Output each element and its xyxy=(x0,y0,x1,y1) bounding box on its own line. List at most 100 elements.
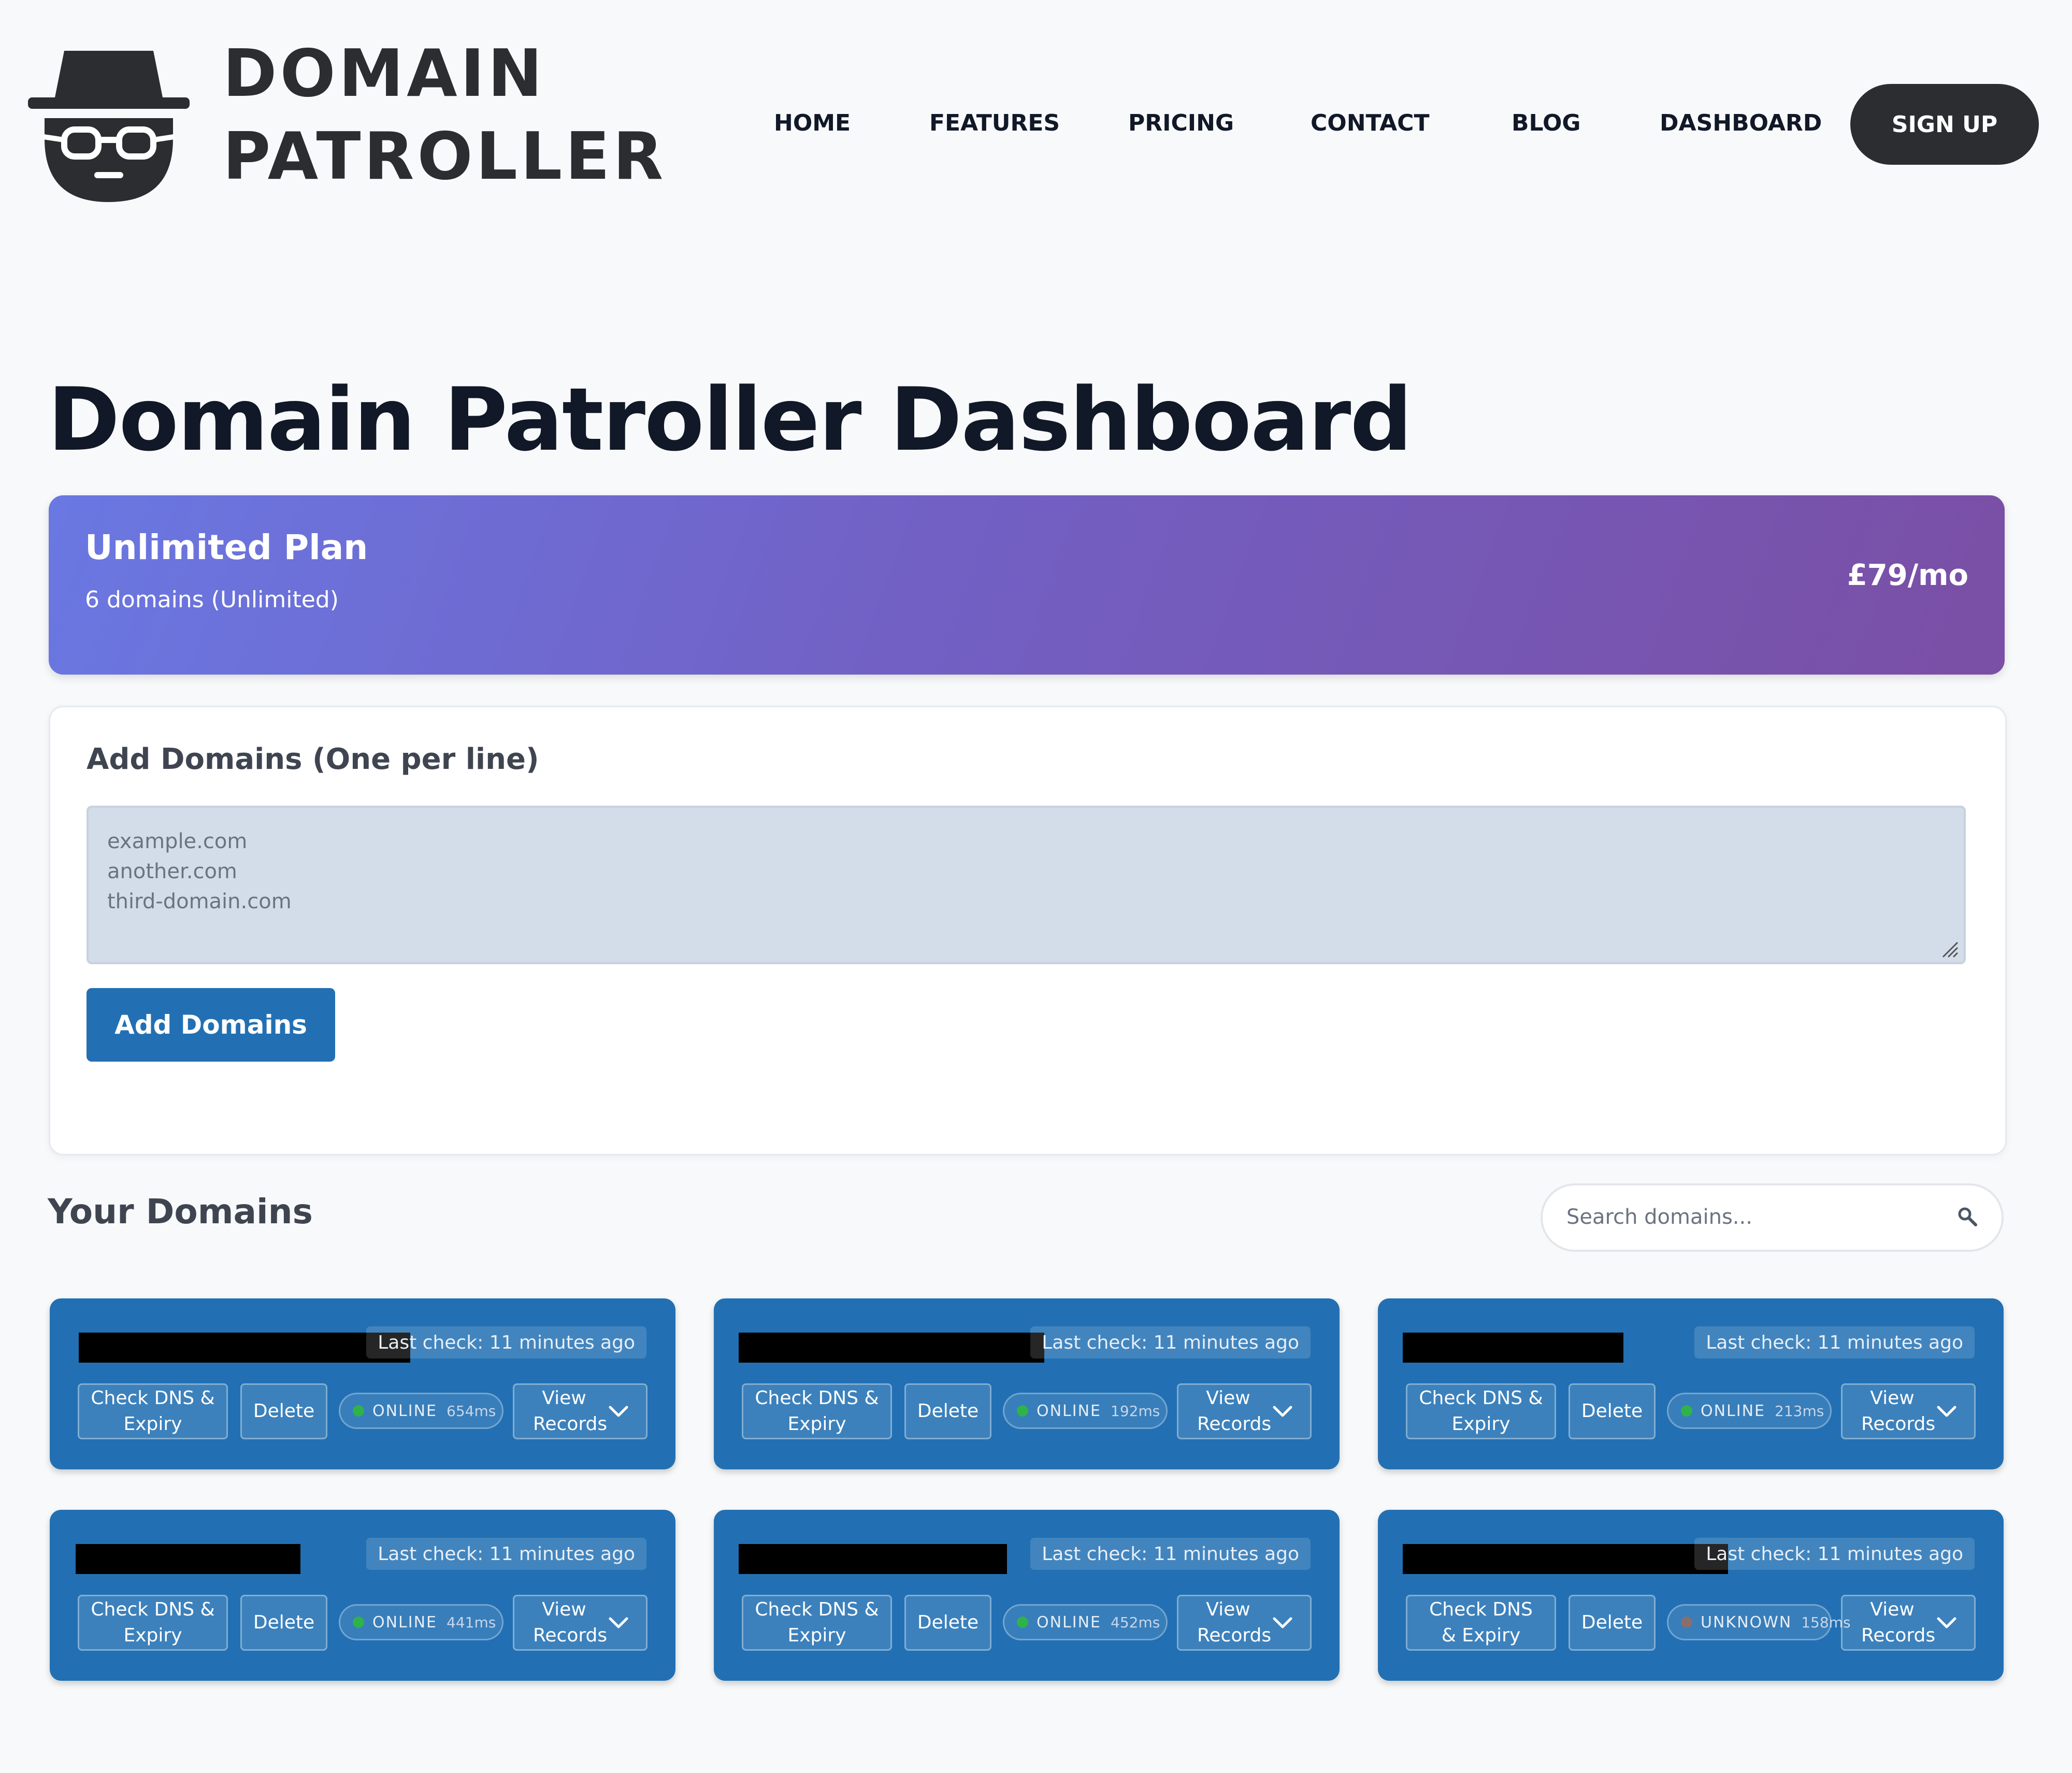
status-badge: ONLINE 452ms xyxy=(1003,1604,1168,1640)
view-records-button[interactable]: View Records xyxy=(1841,1383,1976,1439)
nav-blog[interactable]: BLOG xyxy=(1512,110,1581,136)
search-icon[interactable] xyxy=(1957,1206,1978,1227)
delete-button[interactable]: Delete xyxy=(904,1595,991,1651)
brand-line-2: PATROLLER xyxy=(223,118,667,194)
status-dot-icon xyxy=(1681,1617,1692,1628)
redacted-domain-name xyxy=(76,1544,300,1574)
page-title: Domain Patroller Dashboard xyxy=(48,369,1413,470)
check-dns-label: Check DNS & Expiry xyxy=(1419,1388,1543,1435)
placeholder-line: example.com xyxy=(107,830,248,853)
last-check-label: Last check: 11 minutes ago xyxy=(1694,1326,1975,1359)
redacted-domain-name xyxy=(79,1333,410,1363)
view-records-button[interactable]: View Records xyxy=(1841,1595,1976,1651)
chevron-down-icon xyxy=(1273,1617,1292,1628)
check-dns-label: Check DNS & Expiry xyxy=(755,1599,879,1646)
status-text: ONLINE xyxy=(372,1613,438,1632)
view-records-label: View Records xyxy=(1861,1599,1936,1646)
nav-contact[interactable]: CONTACT xyxy=(1311,110,1429,136)
placeholder-line: another.com xyxy=(107,860,237,883)
last-check-label: Last check: 11 minutes ago xyxy=(1030,1538,1311,1570)
status-text: ONLINE xyxy=(1037,1402,1102,1420)
nav-pricing[interactable]: PRICING xyxy=(1128,110,1234,136)
nav-home[interactable]: HOME xyxy=(774,110,851,136)
status-text: ONLINE xyxy=(1701,1402,1766,1420)
chevron-down-icon xyxy=(1273,1406,1292,1417)
delete-label: Delete xyxy=(253,1612,315,1633)
latency-text: 654ms xyxy=(447,1402,496,1420)
status-badge: ONLINE 654ms xyxy=(339,1393,503,1429)
view-records-button[interactable]: View Records xyxy=(513,1383,648,1439)
chevron-down-icon xyxy=(1937,1617,1956,1628)
redacted-domain-name xyxy=(1403,1544,1728,1574)
redacted-domain-name xyxy=(1403,1333,1623,1363)
status-dot-icon xyxy=(1017,1405,1028,1417)
latency-text: 213ms xyxy=(1775,1402,1824,1420)
domains-textarea[interactable]: example.com another.com third-domain.com xyxy=(87,806,1966,964)
check-dns-expiry-button[interactable]: Check DNS & Expiry xyxy=(1406,1383,1556,1439)
domain-card: Last check: 11 minutes ago Check DNS & Ex… xyxy=(714,1298,1340,1469)
view-records-button[interactable]: View Records xyxy=(513,1595,648,1651)
view-records-button[interactable]: View Records xyxy=(1177,1595,1312,1651)
status-text: ONLINE xyxy=(1037,1613,1102,1632)
check-dns-expiry-button[interactable]: Check DNS & Expiry xyxy=(742,1383,892,1439)
latency-text: 192ms xyxy=(1111,1402,1160,1420)
check-dns-label: Check DNS & Expiry xyxy=(755,1388,879,1435)
status-dot-icon xyxy=(1681,1405,1692,1417)
status-text: UNKNOWN xyxy=(1701,1613,1792,1632)
plan-price: £79/mo xyxy=(1847,559,1968,592)
last-check-label: Last check: 11 minutes ago xyxy=(1694,1538,1975,1570)
spy-detective-icon[interactable] xyxy=(28,40,190,202)
signup-button[interactable]: SIGN UP xyxy=(1850,84,2039,165)
resize-grip-icon[interactable] xyxy=(1941,940,1959,958)
delete-label: Delete xyxy=(1581,1612,1643,1633)
status-badge: ONLINE 441ms xyxy=(339,1604,503,1640)
latency-text: 452ms xyxy=(1111,1613,1160,1631)
redacted-domain-name xyxy=(739,1333,1044,1363)
status-text: ONLINE xyxy=(372,1402,438,1420)
brand-line-1: DOMAIN xyxy=(223,35,545,111)
check-dns-expiry-button[interactable]: Check DNS & Expiry xyxy=(78,1595,228,1651)
plan-domain-count: 6 domains (Unlimited) xyxy=(85,587,339,613)
last-check-label: Last check: 11 minutes ago xyxy=(366,1538,646,1570)
status-dot-icon xyxy=(353,1617,364,1628)
brand-wordmark[interactable]: DOMAIN PATROLLER xyxy=(223,32,666,198)
chevron-down-icon xyxy=(1937,1406,1956,1417)
search-input[interactable]: Search domains... xyxy=(1541,1183,2004,1252)
delete-button[interactable]: Delete xyxy=(1569,1383,1656,1439)
view-records-label: View Records xyxy=(533,1599,608,1646)
add-domains-button[interactable]: Add Domains xyxy=(87,988,335,1062)
add-domains-heading: Add Domains (One per line) xyxy=(87,742,539,776)
plan-banner: Unlimited Plan 6 domains (Unlimited) £79… xyxy=(49,495,2005,675)
plan-name: Unlimited Plan xyxy=(85,527,368,567)
chevron-down-icon xyxy=(609,1617,628,1628)
delete-button[interactable]: Delete xyxy=(1569,1595,1656,1651)
check-dns-label: Check DNS & Expiry xyxy=(1429,1599,1533,1646)
domain-card: Last check: 11 minutes ago Check DNS & Ex… xyxy=(50,1510,675,1681)
status-badge: ONLINE 213ms xyxy=(1667,1393,1832,1429)
delete-button[interactable]: Delete xyxy=(240,1595,327,1651)
check-dns-expiry-button[interactable]: Check DNS & Expiry xyxy=(78,1383,228,1439)
status-dot-icon xyxy=(1017,1617,1028,1628)
delete-label: Delete xyxy=(1581,1400,1643,1422)
nav-features[interactable]: FEATURES xyxy=(929,110,1060,136)
domain-card: Last check: 11 minutes ago Check DNS & Ex… xyxy=(1378,1298,2004,1469)
chevron-down-icon xyxy=(609,1406,628,1417)
nav-dashboard[interactable]: DASHBOARD xyxy=(1660,110,1822,136)
view-records-label: View Records xyxy=(1197,1388,1272,1435)
view-records-label: View Records xyxy=(1861,1388,1936,1435)
redacted-domain-name xyxy=(739,1544,1007,1574)
check-dns-expiry-button[interactable]: Check DNS & Expiry xyxy=(1406,1595,1556,1651)
add-domains-card: Add Domains (One per line) example.com a… xyxy=(49,706,2007,1155)
last-check-label: Last check: 11 minutes ago xyxy=(366,1326,646,1359)
search-placeholder: Search domains... xyxy=(1566,1205,1752,1229)
domain-card: Last check: 11 minutes ago Check DNS & Ex… xyxy=(1378,1510,2004,1681)
last-check-label: Last check: 11 minutes ago xyxy=(1030,1326,1311,1359)
check-dns-label: Check DNS & Expiry xyxy=(91,1599,215,1646)
view-records-button[interactable]: View Records xyxy=(1177,1383,1312,1439)
delete-label: Delete xyxy=(917,1400,979,1422)
check-dns-label: Check DNS & Expiry xyxy=(91,1388,215,1435)
check-dns-expiry-button[interactable]: Check DNS & Expiry xyxy=(742,1595,892,1651)
delete-label: Delete xyxy=(253,1400,315,1422)
delete-button[interactable]: Delete xyxy=(240,1383,327,1439)
delete-button[interactable]: Delete xyxy=(904,1383,991,1439)
